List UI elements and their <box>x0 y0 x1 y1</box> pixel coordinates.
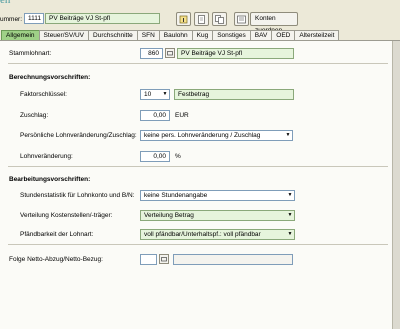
verteilung-label: Verteilung Kostenstellen/-träger: <box>20 212 113 219</box>
folge-netto-field[interactable] <box>140 254 157 265</box>
number-label: ummer: <box>0 16 23 23</box>
zuschlag-field[interactable]: 0,00 <box>140 110 170 121</box>
chevron-down-icon: ▼ <box>287 231 293 237</box>
tab-panel-allgemein: Stammlohnart: 860 PV Beiträge VJ St-pfl … <box>0 40 400 329</box>
stundenstatistik-select[interactable]: keine Stundenangabe ▼ <box>140 190 295 201</box>
window-title: en <box>0 0 11 6</box>
lohnveraenderung-field[interactable]: 0,00 <box>140 151 170 162</box>
lohnveraenderung-label: Lohnveränderung: <box>20 153 73 160</box>
stammlohnart-label: Stammlohnart: <box>9 50 52 57</box>
verteilung-value: Verteilung Betrag <box>144 212 194 219</box>
pfaendbarkeit-value: voll pfändbar/Unterhaltspf.: voll pfändb… <box>144 231 261 238</box>
folge-netto-label: Folge Netto-Abzug/Netto-Bezug: <box>9 256 103 263</box>
document-icon <box>198 14 205 24</box>
divider <box>8 166 388 167</box>
lohnart-number-field[interactable]: 1111 <box>24 13 44 24</box>
info-icon <box>179 15 188 23</box>
list-icon <box>237 15 246 23</box>
copy-button[interactable] <box>212 12 227 26</box>
faktor-select[interactable]: 10 ▼ <box>140 89 170 100</box>
folge-netto-lookup-button[interactable] <box>159 254 169 264</box>
stammlohnart-number-field[interactable]: 860 <box>140 48 163 59</box>
faktor-text-field: Festbetrag <box>174 89 294 100</box>
chevron-down-icon: ▼ <box>162 91 168 97</box>
chevron-down-icon: ▼ <box>287 212 293 218</box>
bearbeitung-heading: Bearbeitungsvorschriften: <box>9 176 91 183</box>
divider <box>8 63 388 64</box>
divider <box>8 244 388 245</box>
list-button[interactable] <box>234 12 249 26</box>
chevron-down-icon: ▼ <box>285 132 291 138</box>
copy-icon <box>215 14 224 24</box>
scrollbar[interactable] <box>392 41 400 329</box>
stammlohnart-lookup-button[interactable] <box>165 48 175 58</box>
lohnveraenderung-zuschlag-label: Persönliche Lohnveränderung/Zuschlag: <box>20 132 137 139</box>
stammlohnart-name-field[interactable]: PV Beiträge VJ St-pfl <box>177 48 294 59</box>
verteilung-select[interactable]: Verteilung Betrag ▼ <box>140 210 295 221</box>
folge-netto-name-field <box>173 254 293 265</box>
stundenstatistik-label: Stundenstatistik für Lohnkonto und B/N: <box>20 192 135 199</box>
lohnveraenderung-unit: % <box>175 153 181 160</box>
chevron-down-icon: ▼ <box>287 192 293 198</box>
lohnveraenderung-zuschlag-value: keine pers. Lohnveränderung / Zuschlag <box>144 132 261 139</box>
zuschlag-unit: EUR <box>175 112 189 119</box>
lookup-icon <box>161 257 167 262</box>
lookup-icon <box>167 51 173 56</box>
faktor-select-value: 10 <box>144 91 152 98</box>
zuschlag-label: Zuschlag: <box>20 112 49 119</box>
faktor-label: Faktorschlüssel: <box>20 91 67 98</box>
lohnveraenderung-zuschlag-select[interactable]: keine pers. Lohnveränderung / Zuschlag ▼ <box>140 130 293 141</box>
info-button[interactable] <box>176 12 191 26</box>
stundenstatistik-value: keine Stundenangabe <box>144 192 208 199</box>
konten-zuordnen-button[interactable]: Konten zuordnen <box>250 12 298 34</box>
berechnung-heading: Berechnungsvorschriften: <box>9 74 91 81</box>
pfaendbarkeit-select[interactable]: voll pfändbar/Unterhaltspf.: voll pfändb… <box>140 229 295 240</box>
lohnart-name-field[interactable]: PV Beiträge VJ St-pfl <box>45 13 160 24</box>
pfaendbarkeit-label: Pfändbarkeit der Lohnart: <box>20 231 94 238</box>
document-button[interactable] <box>194 12 209 26</box>
